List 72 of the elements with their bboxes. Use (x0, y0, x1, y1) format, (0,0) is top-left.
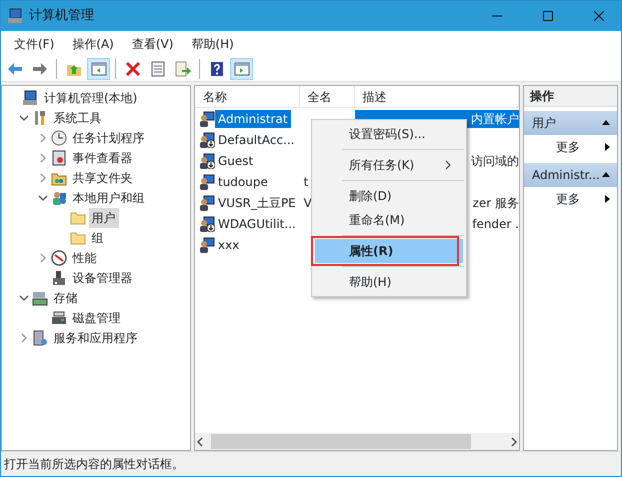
tree-item[interactable]: 用户 (88, 208, 118, 228)
menu-item[interactable]: 设置密码(S)... (315, 122, 463, 146)
clock-icon (50, 130, 66, 146)
menu-item[interactable]: 查看(V) (122, 34, 182, 52)
help-icon (208, 60, 224, 76)
delete-icon (124, 60, 140, 76)
action-section-header[interactable]: 用户 (524, 111, 617, 135)
user-name[interactable]: xxx (215, 236, 242, 254)
tree-item[interactable]: 性能 (70, 248, 100, 268)
gauge-icon (50, 250, 66, 266)
close-icon (594, 11, 604, 21)
menu-item[interactable]: 文件(F) (5, 34, 64, 52)
scrollbar-thumb[interactable] (211, 434, 471, 449)
tree-item[interactable]: 任务计划程序 (70, 128, 148, 148)
user-name[interactable]: tudoupe (215, 172, 271, 190)
submenu-triangle-icon (603, 142, 611, 152)
window-title: 计算机管理 (29, 7, 94, 26)
disk-drive-icon (50, 310, 66, 326)
tree-item[interactable]: 事件查看器 (70, 148, 136, 168)
tree-item[interactable]: 设备管理器 (70, 268, 136, 288)
properties-icon (150, 60, 166, 76)
action-section-header[interactable]: Administr... (524, 163, 617, 187)
full-name: t (304, 174, 308, 188)
user-description: 内置帐户 (471, 112, 519, 126)
menu-item[interactable]: 删除(D) (315, 184, 463, 208)
status-text: 打开当前所选内容的属性对话框。 (4, 456, 184, 473)
menu-item[interactable]: 所有任务(K) (315, 153, 463, 177)
tree-item[interactable]: 服务和应用程序 (50, 328, 140, 348)
export-icon (174, 60, 190, 76)
full-name: V (304, 196, 312, 210)
toolbar-button[interactable] (87, 58, 110, 80)
tree-item[interactable]: 存储 (50, 288, 80, 308)
user-description: 访问域的 (471, 154, 519, 168)
tree-item[interactable]: 本地用户和组 (70, 188, 148, 208)
collapse-triangle-icon (601, 170, 611, 180)
toolbar-button[interactable] (230, 58, 253, 80)
user-name[interactable]: VUSR_土豆PE (215, 194, 299, 212)
server-icon (32, 330, 48, 346)
app-icon (7, 8, 23, 24)
actions-title: 操作 (524, 86, 617, 107)
log-icon (50, 150, 66, 166)
column-header[interactable]: 全名 (300, 86, 355, 107)
menu-item[interactable]: 帮助(H) (315, 270, 463, 294)
user-description: fender . (472, 216, 519, 230)
forward-icon (32, 60, 48, 76)
computer-icon (22, 90, 38, 106)
menu-item[interactable]: 帮助(H) (182, 34, 243, 52)
action-item[interactable]: 更多 (524, 187, 617, 211)
column-header[interactable]: 名称 (195, 86, 300, 107)
device-icon (50, 270, 66, 286)
pane-icon (90, 60, 106, 76)
menu-item[interactable]: 重命名(M) (315, 208, 463, 232)
menu-item[interactable]: 操作(A) (63, 34, 123, 52)
action-item[interactable]: 更多 (524, 135, 617, 159)
folder-icon (70, 230, 86, 246)
storage-icon (32, 290, 48, 306)
user-description: zer 服务 (472, 196, 519, 210)
folder-icon (70, 210, 86, 226)
user-name[interactable]: Administrat (215, 110, 291, 128)
tree-item[interactable]: 计算机管理(本地) (41, 88, 140, 108)
tree-item[interactable]: 共享文件夹 (70, 168, 136, 188)
tree-item[interactable]: 组 (88, 228, 106, 248)
collapse-triangle-icon (601, 118, 611, 128)
pane-icon (234, 60, 250, 76)
minimize-icon (492, 15, 502, 17)
submenu-triangle-icon (603, 194, 611, 204)
maximize-icon (542, 11, 552, 21)
tree-item[interactable]: 磁盘管理 (70, 308, 124, 328)
back-icon (6, 60, 22, 76)
column-header[interactable]: 描述 (354, 86, 519, 107)
tree-item[interactable]: 系统工具 (50, 108, 104, 128)
users-icon (50, 190, 66, 206)
